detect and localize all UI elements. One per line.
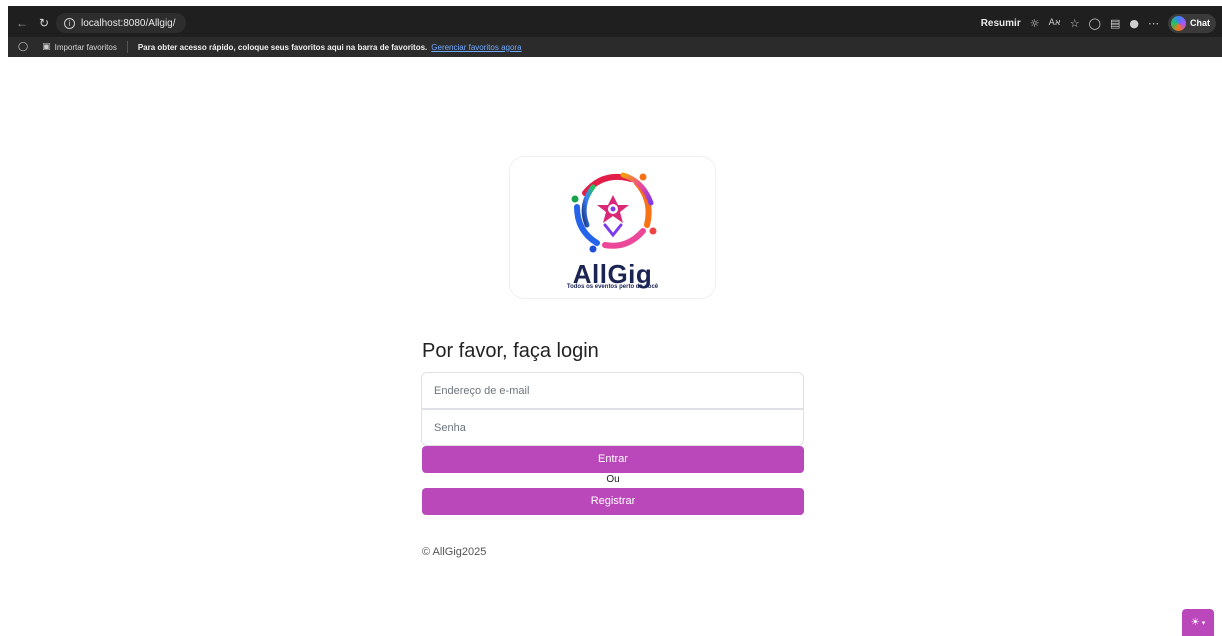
- back-arrow-icon[interactable]: ←: [14, 15, 30, 31]
- copyright-text: © AllGig2025: [422, 546, 487, 558]
- register-button[interactable]: Registrar: [422, 488, 804, 515]
- window-top-strip: [0, 0, 1222, 9]
- copilot-chat-button[interactable]: Chat: [1168, 13, 1216, 33]
- summarize-button[interactable]: Resumir: [981, 18, 1021, 29]
- browser-toolbar: ← ↻ i localhost:8080/Allgig/ Resumir ☼ A…: [8, 9, 1222, 37]
- manage-favorites-link[interactable]: Gerenciar favoritos agora: [431, 43, 521, 52]
- chevron-down-icon: ▾: [1201, 618, 1206, 627]
- url-text[interactable]: localhost:8080/Allgig/: [81, 18, 176, 29]
- import-favorites-icon[interactable]: ▣: [42, 42, 51, 52]
- reload-icon[interactable]: ↻: [36, 15, 52, 31]
- more-icon[interactable]: ⋯: [1148, 17, 1159, 30]
- copilot-icon: [1171, 15, 1186, 31]
- site-info-icon[interactable]: i: [64, 17, 75, 29]
- split-screen-icon[interactable]: ▤: [1110, 17, 1120, 30]
- email-field[interactable]: [421, 372, 804, 409]
- password-field[interactable]: [421, 409, 804, 446]
- translate-icon[interactable]: ☼: [1030, 17, 1040, 30]
- favorites-message: Para obter acesso rápido, coloque seus f…: [137, 42, 428, 52]
- logo-card: AllGig Todos os eventos perto de você: [510, 157, 715, 298]
- favorite-star-icon[interactable]: ☆: [1070, 17, 1080, 30]
- address-bar[interactable]: i localhost:8080/Allgig/: [56, 13, 186, 33]
- page-title: Por favor, faça login: [422, 340, 599, 362]
- theme-toggle-button[interactable]: ☀ ▾: [1182, 609, 1214, 636]
- extension-icon[interactable]: ◯: [1089, 17, 1101, 30]
- read-aloud-icon[interactable]: Aא: [1049, 18, 1061, 28]
- favorites-bar: ◯ ▣ Importar favoritos Para obter acesso…: [8, 37, 1222, 57]
- sidebar-toggle-icon[interactable]: ◯: [18, 42, 28, 52]
- login-button[interactable]: Entrar: [422, 446, 804, 473]
- sun-icon: ☀: [1190, 617, 1200, 628]
- brand-tagline: Todos os eventos perto de você: [566, 284, 659, 290]
- divider: [126, 41, 128, 53]
- import-favorites-button[interactable]: Importar favoritos: [55, 43, 117, 52]
- or-separator: Ou: [606, 474, 620, 485]
- profile-icon[interactable]: ●: [1129, 17, 1139, 30]
